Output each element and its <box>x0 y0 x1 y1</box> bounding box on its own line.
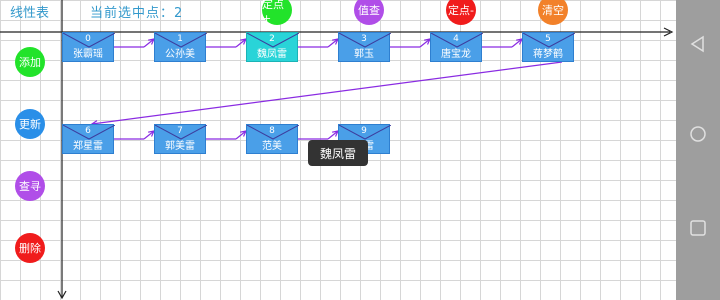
node-name: 郑星雷 <box>73 141 103 152</box>
page-title: 线性表 <box>10 6 50 21</box>
list-node-8[interactable]: 8 范美 <box>246 124 299 154</box>
side-button-3[interactable]: 删除 <box>15 233 45 263</box>
link-5 <box>91 61 563 125</box>
list-node-5[interactable]: 5 蒋梦鹤 <box>522 32 575 62</box>
side-button-0[interactable]: 添加 <box>15 47 45 77</box>
node-index: 8 <box>269 126 275 136</box>
node-index: 3 <box>361 34 367 44</box>
node-name: 魏凤雷 <box>257 49 287 60</box>
node-index: 0 <box>85 34 91 44</box>
node-name: 公孙美 <box>165 49 195 60</box>
list-node-0[interactable]: 0 张霸瑶 <box>62 32 115 62</box>
side-button-1[interactable]: 更新 <box>15 109 45 139</box>
list-node-2[interactable]: 2 魏凤雷 <box>246 32 299 62</box>
node-name: 张霸瑶 <box>73 49 103 60</box>
list-node-3[interactable]: 3 郭玉 <box>338 32 391 62</box>
side-button-2[interactable]: 查寻 <box>15 171 45 201</box>
node-name: 郭玉 <box>354 49 374 60</box>
node-name: 唐宝龙 <box>441 49 471 60</box>
home-circle-icon[interactable] <box>688 124 708 144</box>
top-button-0[interactable]: 定点+ <box>262 0 292 25</box>
toast-message: 魏凤雷 <box>308 140 368 166</box>
node-index: 5 <box>545 34 551 44</box>
node-index: 7 <box>177 126 183 136</box>
node-index: 6 <box>85 126 91 136</box>
node-index: 1 <box>177 34 183 44</box>
node-name: 郭美雷 <box>165 141 195 152</box>
list-node-1[interactable]: 1 公孙美 <box>154 32 207 62</box>
node-index: 4 <box>453 34 459 44</box>
android-nav-bar <box>676 0 720 300</box>
recents-square-icon[interactable] <box>688 218 708 238</box>
list-node-4[interactable]: 4 唐宝龙 <box>430 32 483 62</box>
node-index: 2 <box>269 34 275 44</box>
list-node-7[interactable]: 7 郭美雷 <box>154 124 207 154</box>
app-screen: 线性表 当前选中点：2 定点+ 值查 定点- 清空 添加 更新 查寻 删除 0 张霸瑶 1 公孙美… <box>0 0 720 300</box>
list-node-6[interactable]: 6 郑星雷 <box>62 124 115 154</box>
node-name: 蒋梦鹤 <box>533 49 563 60</box>
selection-info: 当前选中点：2 <box>90 6 184 21</box>
node-name: 范美 <box>262 141 282 152</box>
node-index: 9 <box>361 126 367 136</box>
back-triangle-icon[interactable] <box>688 34 708 54</box>
